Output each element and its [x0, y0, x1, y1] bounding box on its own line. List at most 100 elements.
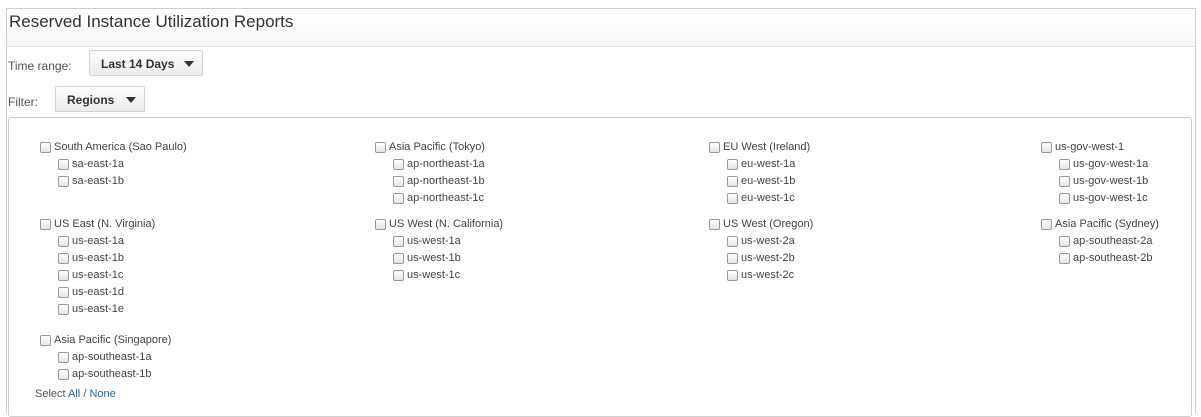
- region-checkbox[interactable]: us-gov-west-1: [1041, 141, 1124, 154]
- zone-label: us-gov-west-1c: [1073, 192, 1148, 204]
- page-title: Reserved Instance Utilization Reports: [9, 12, 294, 31]
- checkbox-icon[interactable]: [709, 219, 720, 230]
- zone-checkbox[interactable]: us-east-1b: [58, 252, 124, 265]
- filter-dropdown[interactable]: Regions: [55, 86, 145, 112]
- checkbox-icon[interactable]: [40, 142, 51, 153]
- zone-label: eu-west-1a: [741, 158, 796, 170]
- checkbox-icon[interactable]: [1059, 176, 1070, 187]
- checkbox-icon[interactable]: [58, 287, 69, 298]
- checkbox-icon[interactable]: [393, 176, 404, 187]
- region-checkbox[interactable]: Asia Pacific (Singapore): [40, 334, 171, 347]
- checkbox-icon[interactable]: [58, 253, 69, 264]
- zone-checkbox[interactable]: ap-southeast-1a: [58, 351, 152, 364]
- checkbox-icon[interactable]: [58, 304, 69, 315]
- select-prefix: Select: [35, 388, 66, 400]
- zone-checkbox[interactable]: eu-west-1b: [727, 175, 795, 188]
- zone-checkbox[interactable]: ap-northeast-1b: [393, 175, 485, 188]
- zone-label: us-east-1a: [72, 235, 124, 247]
- zone-checkbox[interactable]: ap-southeast-2a: [1059, 235, 1153, 248]
- region-label: Asia Pacific (Sydney): [1055, 218, 1159, 230]
- checkbox-icon[interactable]: [727, 159, 738, 170]
- zone-label: us-west-1c: [407, 269, 461, 281]
- checkbox-icon[interactable]: [58, 236, 69, 247]
- checkbox-icon[interactable]: [58, 176, 69, 187]
- select-all-link[interactable]: All: [68, 388, 80, 400]
- region-label: US East (N. Virginia): [54, 218, 156, 230]
- checkbox-icon[interactable]: [727, 176, 738, 187]
- zone-checkbox[interactable]: eu-west-1c: [727, 192, 795, 205]
- zone-checkbox[interactable]: us-gov-west-1b: [1059, 175, 1148, 188]
- checkbox-icon[interactable]: [58, 352, 69, 363]
- checkbox-icon[interactable]: [58, 369, 69, 380]
- zone-checkbox[interactable]: us-east-1c: [58, 269, 123, 282]
- filter-label: Filter:: [8, 95, 38, 109]
- region-label: us-gov-west-1: [1055, 141, 1125, 153]
- zone-checkbox[interactable]: ap-northeast-1c: [393, 192, 484, 205]
- zone-checkbox[interactable]: ap-southeast-2b: [1059, 252, 1153, 265]
- zone-label: eu-west-1b: [741, 175, 796, 187]
- checkbox-icon[interactable]: [727, 253, 738, 264]
- zone-checkbox[interactable]: us-east-1d: [58, 286, 124, 299]
- zone-checkbox[interactable]: us-east-1a: [58, 235, 124, 248]
- checkbox-icon[interactable]: [727, 193, 738, 204]
- zone-label: sa-east-1a: [72, 158, 124, 170]
- zone-label: us-west-1b: [407, 252, 461, 264]
- zone-label: ap-southeast-1a: [72, 351, 152, 363]
- checkbox-icon[interactable]: [375, 142, 386, 153]
- checkbox-icon[interactable]: [709, 142, 720, 153]
- select-none-link[interactable]: None: [89, 388, 115, 400]
- zone-label: sa-east-1b: [72, 175, 124, 187]
- zone-checkbox[interactable]: sa-east-1b: [58, 175, 124, 188]
- zone-label: us-east-1b: [72, 252, 124, 264]
- zone-checkbox[interactable]: eu-west-1a: [727, 158, 795, 171]
- zone-label: ap-southeast-2b: [1073, 252, 1153, 264]
- zone-checkbox[interactable]: ap-southeast-1b: [58, 368, 152, 381]
- zone-checkbox[interactable]: us-west-2a: [727, 235, 795, 248]
- region-checkbox[interactable]: US West (Oregon): [709, 218, 813, 231]
- checkbox-icon[interactable]: [393, 193, 404, 204]
- zone-label: ap-northeast-1a: [407, 158, 485, 170]
- region-checkbox[interactable]: EU West (Ireland): [709, 141, 810, 154]
- checkbox-icon[interactable]: [58, 159, 69, 170]
- checkbox-icon[interactable]: [375, 219, 386, 230]
- region-checkbox[interactable]: US West (N. California): [375, 218, 503, 231]
- zone-checkbox[interactable]: sa-east-1a: [58, 158, 124, 171]
- zone-checkbox[interactable]: us-gov-west-1c: [1059, 192, 1148, 205]
- zone-label: eu-west-1c: [741, 192, 795, 204]
- zone-checkbox[interactable]: us-west-2c: [727, 269, 794, 282]
- zone-label: ap-southeast-1b: [72, 368, 152, 380]
- checkbox-icon[interactable]: [393, 253, 404, 264]
- checkbox-icon[interactable]: [1059, 253, 1070, 264]
- checkbox-icon[interactable]: [393, 270, 404, 281]
- checkbox-icon[interactable]: [1059, 159, 1070, 170]
- zone-checkbox[interactable]: us-west-1a: [393, 235, 461, 248]
- region-checkbox[interactable]: Asia Pacific (Sydney): [1041, 218, 1159, 231]
- zone-label: us-east-1e: [72, 303, 124, 315]
- checkbox-icon[interactable]: [1041, 219, 1052, 230]
- zone-checkbox[interactable]: us-gov-west-1a: [1059, 158, 1148, 171]
- zone-label: us-west-2a: [741, 235, 795, 247]
- checkbox-icon[interactable]: [393, 236, 404, 247]
- zone-label: ap-southeast-2a: [1073, 235, 1153, 247]
- region-label: US West (Oregon): [723, 218, 814, 230]
- region-checkbox[interactable]: South America (Sao Paulo): [40, 141, 187, 154]
- select-separator: /: [83, 388, 87, 400]
- zone-checkbox[interactable]: ap-northeast-1a: [393, 158, 485, 171]
- checkbox-icon[interactable]: [58, 270, 69, 281]
- checkbox-icon[interactable]: [727, 270, 738, 281]
- checkbox-icon[interactable]: [1059, 193, 1070, 204]
- checkbox-icon[interactable]: [40, 335, 51, 346]
- region-checkbox[interactable]: US East (N. Virginia): [40, 218, 155, 231]
- checkbox-icon[interactable]: [40, 219, 51, 230]
- checkbox-icon[interactable]: [727, 236, 738, 247]
- zone-checkbox[interactable]: us-west-2b: [727, 252, 795, 265]
- region-checkbox[interactable]: Asia Pacific (Tokyo): [375, 141, 485, 154]
- checkbox-icon[interactable]: [1059, 236, 1070, 247]
- time-range-dropdown[interactable]: Last 14 Days: [89, 50, 203, 76]
- checkbox-icon[interactable]: [1041, 142, 1052, 153]
- zone-checkbox[interactable]: us-east-1e: [58, 303, 124, 316]
- zone-checkbox[interactable]: us-west-1b: [393, 252, 461, 265]
- zone-checkbox[interactable]: us-west-1c: [393, 269, 460, 282]
- checkbox-icon[interactable]: [393, 159, 404, 170]
- zone-label: us-east-1d: [72, 286, 124, 298]
